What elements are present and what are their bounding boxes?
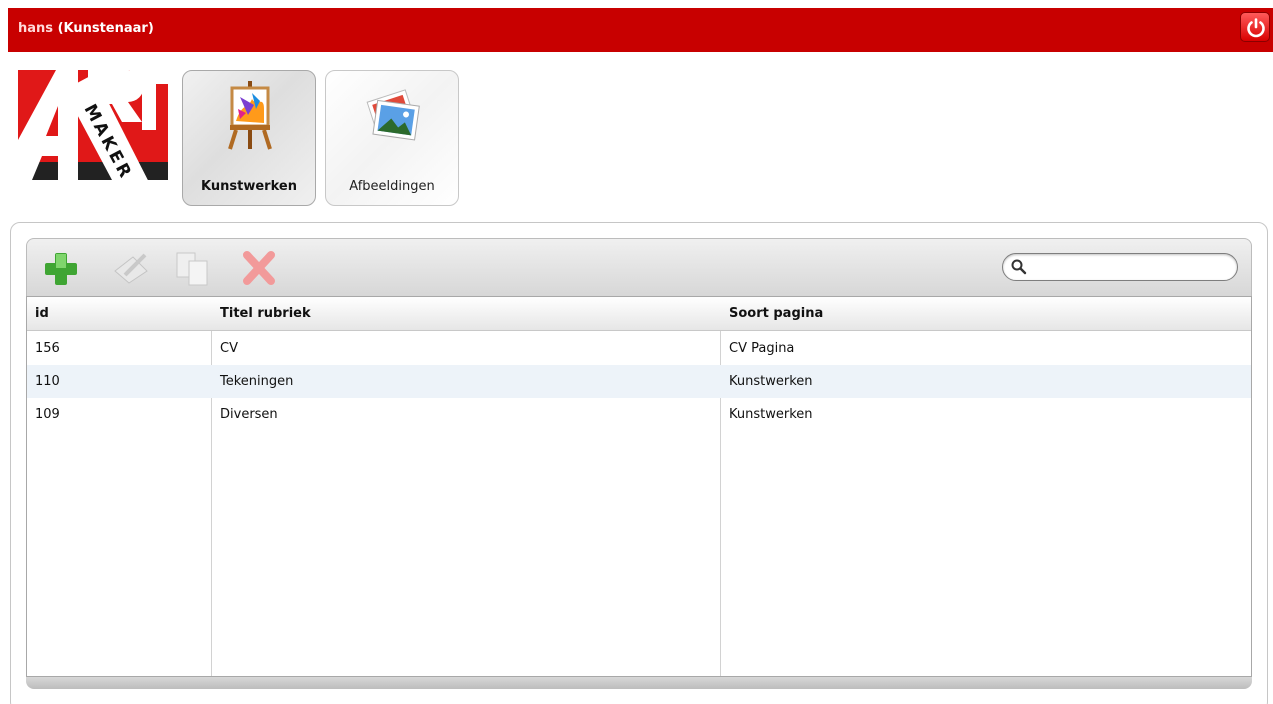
copy-button[interactable] xyxy=(173,249,213,289)
search-field[interactable] xyxy=(1002,253,1238,281)
user-info: hans (Kunstenaar) xyxy=(18,21,154,36)
top-bar: hans (Kunstenaar) xyxy=(8,8,1273,52)
cell-type: Kunstwerken xyxy=(729,374,813,389)
cell-id: 156 xyxy=(35,341,60,356)
toolbar xyxy=(26,238,1252,296)
copy-pages-icon xyxy=(176,252,208,286)
add-plus-icon xyxy=(45,253,77,285)
delete-x-icon xyxy=(243,251,275,285)
grid-footer xyxy=(26,677,1252,689)
cell-type: CV Pagina xyxy=(729,341,795,356)
module-label: Kunstwerken xyxy=(201,179,297,194)
search-input[interactable] xyxy=(1029,258,1229,276)
cell-id: 109 xyxy=(35,407,60,422)
edit-pencil-icon xyxy=(114,253,148,284)
module-afbeeldingen[interactable]: Afbeeldingen xyxy=(325,70,459,206)
delete-button[interactable] xyxy=(239,249,279,289)
module-kunstwerken[interactable]: Kunstwerken xyxy=(182,70,316,206)
artmaker-logo: MAKER xyxy=(18,70,168,210)
table-row[interactable]: 109 Diversen Kunstwerken xyxy=(27,398,1251,431)
edit-button[interactable] xyxy=(111,249,151,289)
table-row[interactable]: 110 Tekeningen Kunstwerken xyxy=(27,365,1251,398)
cell-title: Tekeningen xyxy=(220,374,294,389)
grid-header: id Titel rubriek Soort pagina xyxy=(27,297,1251,331)
cell-type: Kunstwerken xyxy=(729,407,813,422)
column-header-type[interactable]: Soort pagina xyxy=(729,306,823,321)
power-icon xyxy=(1247,18,1265,38)
search-icon xyxy=(1011,259,1027,275)
table-row[interactable]: 156 CV CV Pagina xyxy=(27,332,1251,365)
cell-title: CV xyxy=(220,341,238,356)
photos-icon xyxy=(361,79,425,151)
username: hans xyxy=(18,21,54,36)
column-header-title[interactable]: Titel rubriek xyxy=(220,306,311,321)
add-button[interactable] xyxy=(41,249,81,289)
module-label: Afbeeldingen xyxy=(349,179,435,194)
logout-button[interactable] xyxy=(1240,12,1270,42)
column-header-id[interactable]: id xyxy=(35,306,49,321)
data-grid: id Titel rubriek Soort pagina 156 CV CV … xyxy=(26,296,1252,677)
cell-title: Diversen xyxy=(220,407,278,422)
user-role: (Kunstenaar) xyxy=(57,21,154,36)
easel-painting-icon xyxy=(218,79,282,151)
cell-id: 110 xyxy=(35,374,60,389)
